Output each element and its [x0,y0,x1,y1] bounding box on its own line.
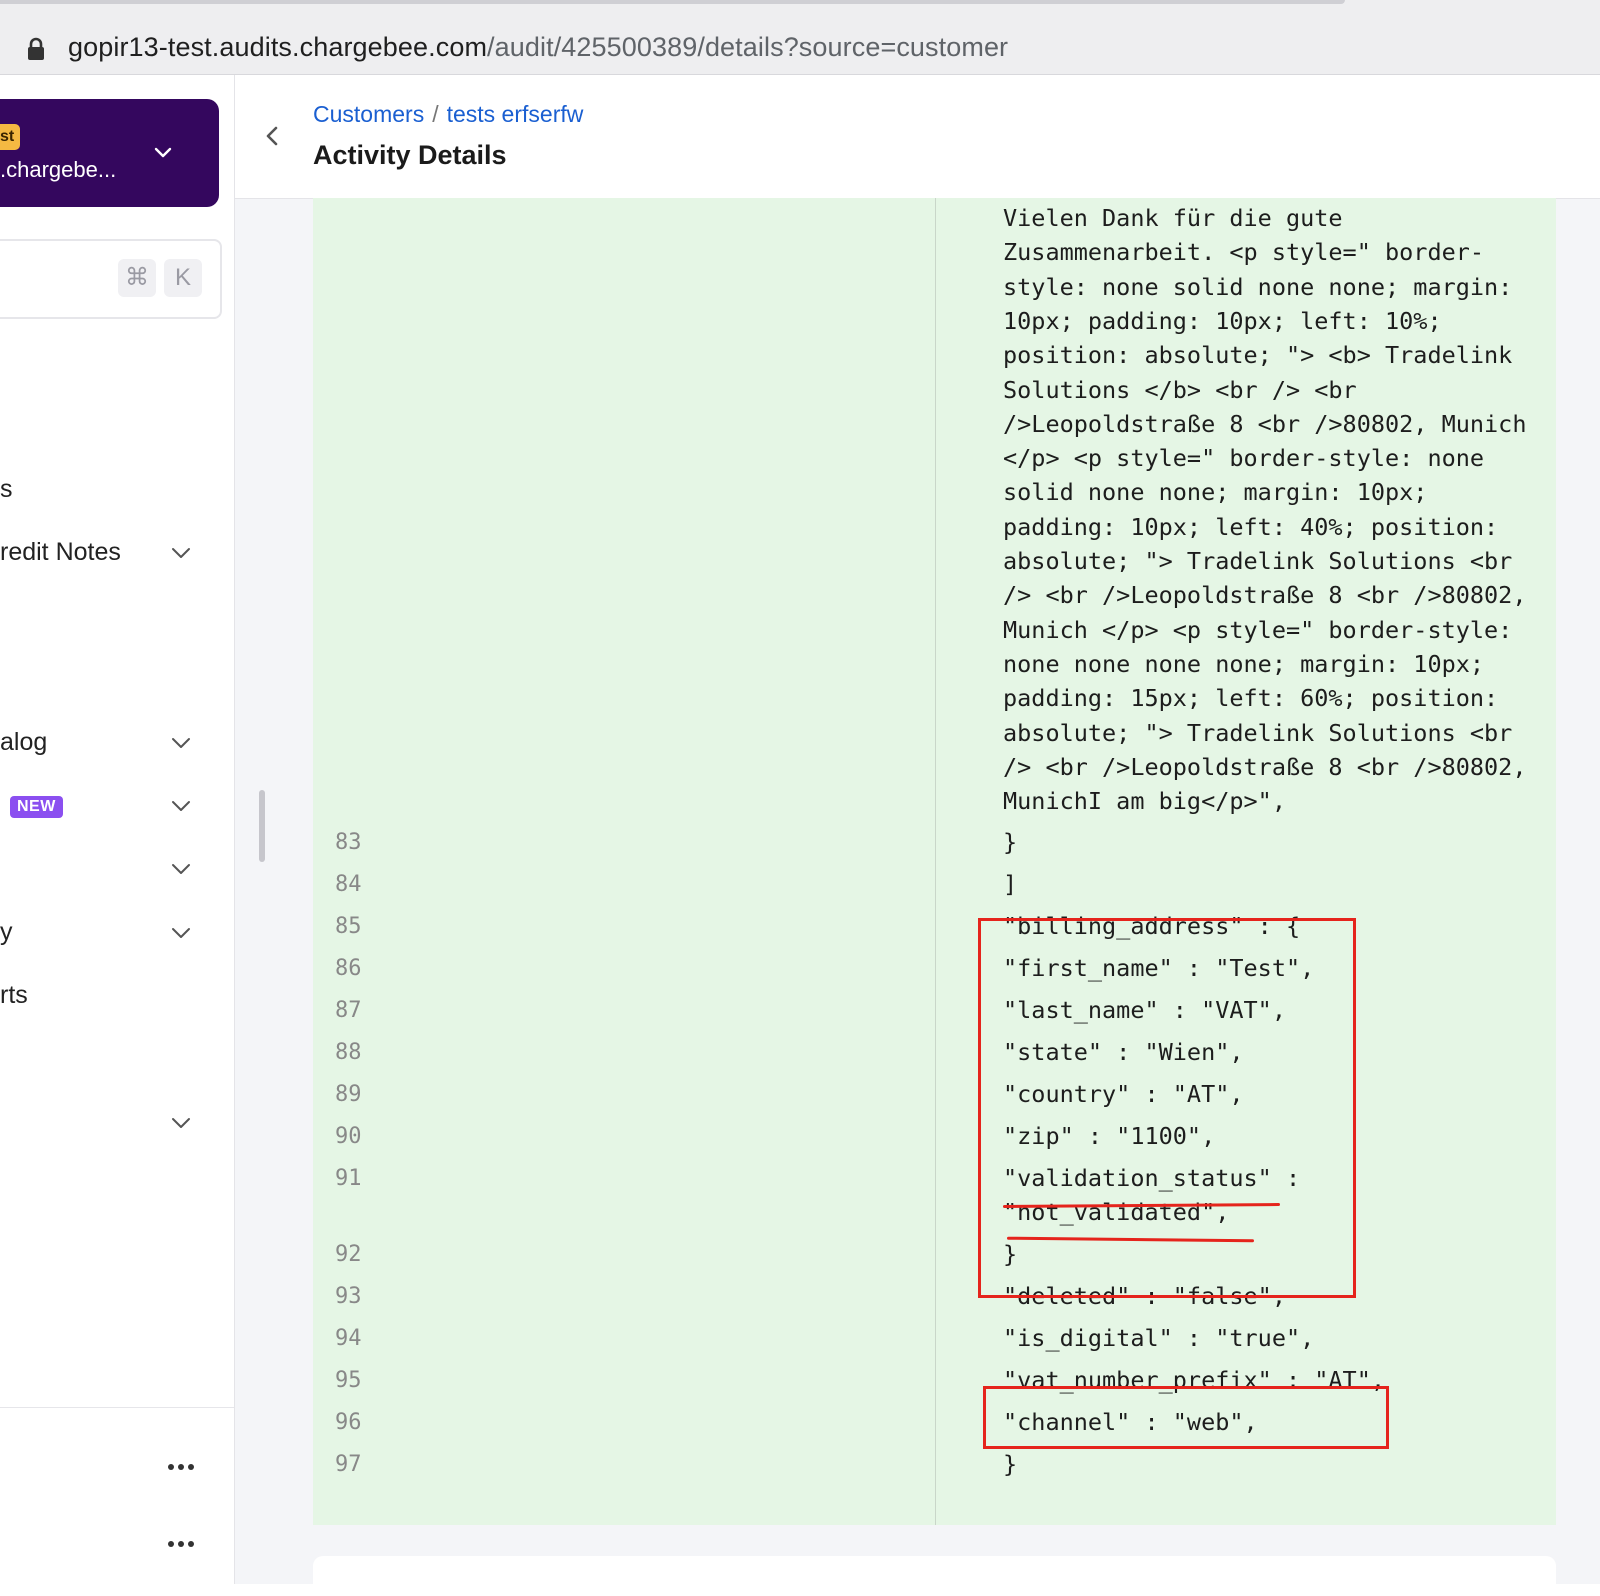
code-line-text: padding: 10px; left: 40%; position: [1003,512,1499,541]
line-number: 95 [335,1368,362,1393]
code-line-text: "is_digital" : "true", [1003,1324,1315,1352]
url-path: /audit/425500389/details?source=customer [487,32,1009,62]
code-line-text: /> <br />Leopoldstraße 8 <br />80802, [1003,581,1527,610]
code-line-text: style: none solid none none; margin: [1003,272,1513,301]
sidebar-item-reports[interactable]: rts [0,975,234,1015]
code-line-text: />Leopoldstraße 8 <br />80802, Munich [1003,409,1527,438]
sidebar: st .chargebe... ⌘ K s redit Notes alog N… [0,75,235,1584]
line-number: 86 [335,956,362,981]
code-line-text: none none none none; margin: 10px; [1003,649,1485,678]
breadcrumb: Customers / tests erfserfw [313,101,583,128]
sidebar-item-label: s [0,475,13,503]
line-number: 94 [335,1326,362,1351]
next-section-card [313,1556,1556,1596]
chevron-down-icon [172,548,190,558]
code-line-text: absolute; "> Tradelink Solutions <br [1003,547,1513,575]
line-number: 89 [335,1082,362,1107]
chevron-down-icon [172,864,190,874]
breadcrumb-customer-link[interactable]: tests erfserfw [447,101,584,127]
page-title: Activity Details [313,140,507,170]
sidebar-item-credit-notes[interactable]: redit Notes [0,532,234,572]
sidebar-resize-handle[interactable] [259,790,265,862]
chevron-down-icon [172,928,190,938]
code-line-text: } [1003,1450,1018,1478]
more-options-icon[interactable] [166,1462,196,1472]
breadcrumb-separator: / [432,101,439,127]
diff-column-divider [935,198,936,1525]
sidebar-item-1[interactable]: s [0,469,234,509]
code-line-text: } [1003,828,1018,856]
line-number: 85 [335,914,362,939]
command-key-hint: ⌘ [118,259,156,297]
line-number: 84 [335,872,362,897]
back-arrow-icon[interactable] [263,125,281,147]
line-number: 87 [335,998,362,1023]
code-line-text: Munich </p> <p style=" border-style: [1003,615,1513,644]
code-line-text: Solutions </b> <br /> <br [1003,375,1357,404]
chevron-down-icon [154,147,172,158]
chevron-down-icon [172,801,190,811]
site-switcher[interactable]: st .chargebe... [0,99,219,207]
site-name: .chargebe... [0,157,117,182]
more-options-icon[interactable] [166,1539,196,1549]
code-line-text: /> <br />Leopoldstraße 8 <br />80802, [1003,752,1527,781]
line-number: 91 [335,1166,362,1191]
code-line-text: </p> <p style=" border-style: none [1003,444,1485,473]
page-header: Customers / tests erfserfw Activity Detail… [235,75,1600,199]
sidebar-item-6[interactable]: y [0,912,234,952]
line-number: 83 [335,830,362,855]
chevron-down-icon [172,1118,190,1128]
k-key-hint: K [164,259,202,297]
code-line-text: position: absolute; "> <b> Tradelink [1003,341,1513,370]
sidebar-item-label: alog [0,728,48,756]
sidebar-item-5[interactable] [0,848,234,888]
vat-prefix-highlight-box [983,1386,1389,1449]
sidebar-item-label: redit Notes [0,538,121,566]
site-env-badge: st [0,124,21,150]
code-line-text: ] [1003,870,1018,898]
code-line-text: MunichI am big</p>", [1003,787,1286,816]
code-line-text: absolute; "> Tradelink Solutions <br [1003,718,1513,747]
sidebar-item-label: y [0,918,13,946]
new-badge: NEW [10,796,63,818]
sidebar-item-catalog[interactable]: alog [0,722,234,762]
line-number: 90 [335,1124,362,1149]
url-text[interactable]: gopir13-test.audits.chargebee.com/audit/… [68,32,1008,63]
browser-url-bar[interactable]: gopir13-test.audits.chargebee.com/audit/… [0,0,1600,75]
line-number: 96 [335,1410,362,1435]
chevron-down-icon [172,738,190,748]
code-line-text: padding: 15px; left: 60%; position: [1003,684,1499,713]
breadcrumb-customers-link[interactable]: Customers [313,101,424,127]
sidebar-item-label: rts [0,981,28,1009]
diff-panel: Vielen Dank für die gute Zusammenarbeit. … [313,198,1556,1525]
search-input[interactable]: ⌘ K [0,239,222,319]
address-field[interactable]: gopir13-test.audits.chargebee.com/audit/… [0,10,1600,66]
url-host: gopir13-test.audits.chargebee.com [68,32,488,62]
line-number: 92 [335,1242,362,1267]
code-line-text: 10px; padding: 10px; left: 10%; [1003,306,1442,335]
code-line-text: Vielen Dank für die gute [1003,204,1343,232]
code-line-text: solid none none; margin: 10px; [1003,478,1428,507]
line-number: 88 [335,1040,362,1065]
browser-tab-strip-edge [0,0,1345,4]
line-number: 93 [335,1284,362,1309]
line-number: 97 [335,1452,362,1477]
code-line-text: Zusammenarbeit. <p style=" border- [1003,238,1485,267]
sidebar-item-new[interactable]: NEW [0,785,234,825]
lock-icon [28,37,44,60]
sidebar-divider [0,1407,234,1408]
sidebar-item-8[interactable] [0,1102,234,1142]
